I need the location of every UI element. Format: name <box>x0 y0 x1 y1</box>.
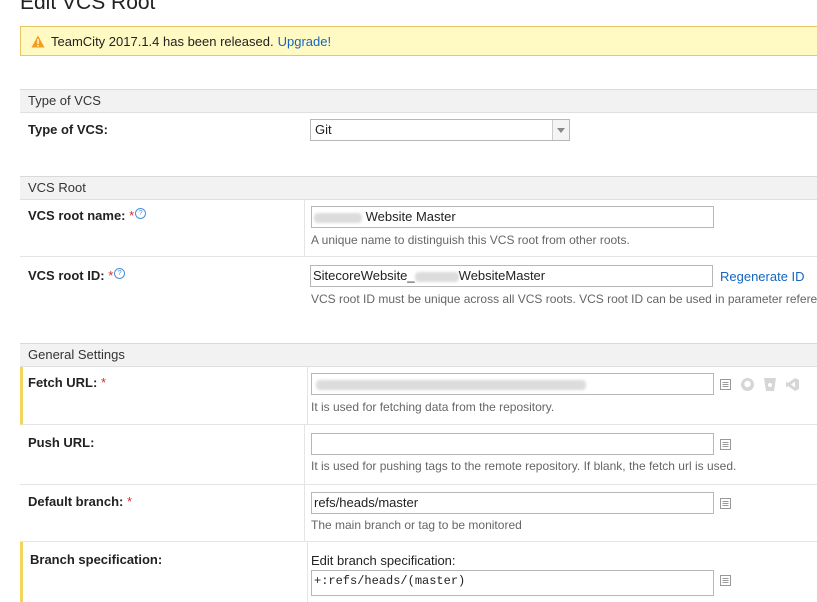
row-type-of-vcs: Type of VCS: Git <box>20 113 817 168</box>
default-branch-note: The main branch or tag to be monitored <box>311 518 522 532</box>
default-branch-input[interactable]: refs/heads/master <box>311 492 714 514</box>
row-default-branch: Default branch: * refs/heads/master The … <box>20 485 817 542</box>
required-marker: * <box>100 375 107 390</box>
row-vcs-root-name: VCS root name: *? Website Master A uniqu… <box>20 200 817 257</box>
vcs-root-id-label: VCS root ID: <box>28 268 105 283</box>
regenerate-id-link[interactable]: Regenerate ID <box>720 269 805 284</box>
redacted-text <box>414 271 459 282</box>
redacted-text <box>316 379 586 390</box>
branch-spec-label: Branch specification: <box>30 552 163 567</box>
page-title: Edit VCS Root <box>20 0 156 14</box>
row-vcs-root-id: VCS root ID: *? SitecoreWebsite_ WebsiteM… <box>20 257 817 317</box>
chevron-down-icon <box>552 120 569 140</box>
branch-spec-textarea[interactable]: +:refs/heads/(master) <box>311 570 714 596</box>
required-marker: * <box>108 268 114 283</box>
list-icon[interactable] <box>720 498 731 509</box>
section-vcs-root: VCS Root <box>20 176 817 200</box>
vcs-root-name-note: A unique name to distinguish this VCS ro… <box>311 233 630 247</box>
vcs-root-name-label: VCS root name: <box>28 208 126 223</box>
push-url-note: It is used for pushing tags to the remot… <box>311 459 737 473</box>
list-icon[interactable] <box>720 439 731 450</box>
required-marker: * <box>129 208 135 223</box>
release-banner: TeamCity 2017.1.4 has been released. Upg… <box>20 26 817 56</box>
banner-message: TeamCity 2017.1.4 has been released. <box>51 33 274 49</box>
github-icon[interactable] <box>740 377 755 392</box>
type-of-vcs-select[interactable]: Git <box>310 119 570 141</box>
type-of-vcs-label: Type of VCS: <box>28 122 108 137</box>
push-url-label: Push URL: <box>28 435 95 450</box>
section-type-of-vcs: Type of VCS <box>20 89 817 113</box>
bitbucket-icon[interactable] <box>763 377 777 392</box>
fetch-url-note: It is used for fetching data from the re… <box>311 400 555 414</box>
row-branch-spec: Branch specification: Edit branch specif… <box>20 542 817 602</box>
vcs-root-id-note: VCS root ID must be unique across all VC… <box>311 292 817 306</box>
warning-icon <box>31 35 45 47</box>
vcs-root-id-input[interactable]: SitecoreWebsite_ WebsiteMaster <box>310 265 713 287</box>
help-circle-icon[interactable]: ? <box>114 268 126 279</box>
default-branch-label: Default branch: <box>28 494 124 509</box>
help-circle-icon[interactable]: ? <box>135 208 147 219</box>
row-push-url: Push URL: It is used for pushing tags to… <box>20 425 817 485</box>
redacted-text <box>314 212 362 223</box>
branch-spec-caption: Edit branch specification: <box>311 553 456 568</box>
required-marker: * <box>126 494 133 509</box>
list-icon[interactable] <box>720 575 731 586</box>
row-fetch-url: Fetch URL: * It is used for fetching dat… <box>20 367 817 425</box>
vcs-root-name-input[interactable]: Website Master <box>311 206 714 228</box>
fetch-url-label: Fetch URL: <box>28 375 98 390</box>
upgrade-link[interactable]: Upgrade! <box>278 34 331 49</box>
section-general-settings: General Settings <box>20 343 817 367</box>
list-icon[interactable] <box>720 379 731 390</box>
fetch-url-input[interactable] <box>311 373 714 395</box>
visual-studio-icon[interactable] <box>785 377 800 392</box>
push-url-input[interactable] <box>311 433 714 455</box>
